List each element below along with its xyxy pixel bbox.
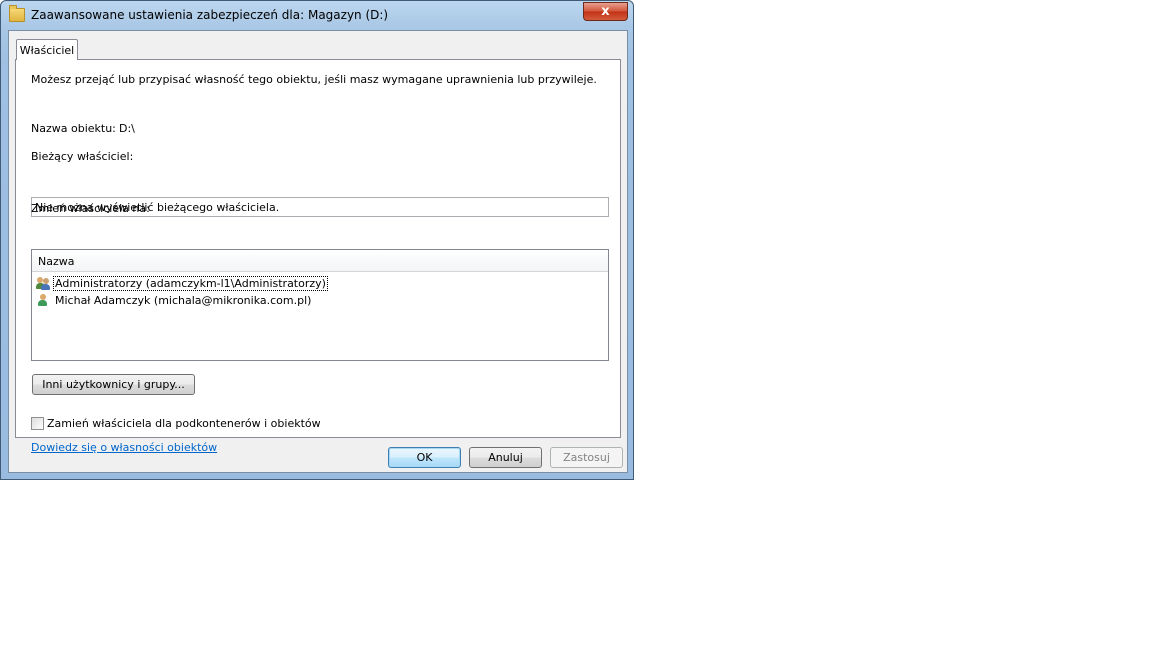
folder-icon (9, 5, 25, 22)
other-users-button-label: Inni użytkownicy i grupy... (42, 378, 185, 391)
other-users-button[interactable]: Inni użytkownicy i grupy... (32, 374, 195, 395)
cancel-button-label: Anuluj (488, 451, 523, 464)
list-item[interactable]: Administratorzy (adamczykm-l1\Administra… (36, 275, 328, 291)
owner-tab-panel: Możesz przejąć lub przypisać własność te… (15, 59, 621, 454)
column-header-name[interactable]: Nazwa (32, 250, 608, 272)
learn-ownership-link[interactable]: Dowiedz się o własności obiektów (31, 441, 217, 454)
description-text: Możesz przejąć lub przypisać własność te… (31, 73, 597, 86)
replace-owner-label[interactable]: Zamień właściciela dla podkontenerów i o… (47, 417, 321, 430)
replace-owner-checkbox[interactable] (31, 417, 44, 430)
owner-listbox[interactable]: Nazwa Administratorzy (adamczykm-l1\Admi… (31, 249, 609, 361)
list-item[interactable]: Michał Adamczyk (michala@mikronika.com.p… (36, 292, 312, 308)
object-name-value: D:\ (119, 122, 135, 135)
tab-owner[interactable]: Właściciel (16, 39, 78, 60)
column-header-label: Nazwa (38, 255, 75, 268)
cancel-button[interactable]: Anuluj (469, 447, 542, 468)
list-item-label: Michał Adamczyk (michala@mikronika.com.p… (55, 293, 312, 307)
user-icon (36, 293, 50, 307)
apply-button-label: Zastosuj (563, 451, 610, 464)
close-icon: x (601, 4, 610, 19)
security-dialog-window: Zaawansowane ustawienia zabezpieczeń dla… (0, 0, 634, 480)
list-item-label: Administratorzy (adamczykm-l1\Administra… (53, 275, 328, 291)
ok-button-label: OK (416, 451, 433, 464)
current-owner-label: Bieżący właściciel: (31, 150, 134, 163)
object-name-label: Nazwa obiektu: (31, 122, 116, 135)
apply-button[interactable]: Zastosuj (550, 447, 623, 468)
change-owner-label: Zmień właściciela na: (31, 202, 150, 215)
users-group-icon (36, 276, 50, 290)
ok-button[interactable]: OK (388, 447, 461, 468)
tab-owner-label: Właściciel (19, 43, 75, 57)
window-title: Zaawansowane ustawienia zabezpieczeń dla… (31, 8, 389, 22)
close-button[interactable]: x (583, 2, 628, 21)
dialog-client-area: Właściciel Możesz przejąć lub przypisać … (8, 30, 628, 473)
title-bar[interactable]: Zaawansowane ustawienia zabezpieczeń dla… (1, 1, 633, 29)
